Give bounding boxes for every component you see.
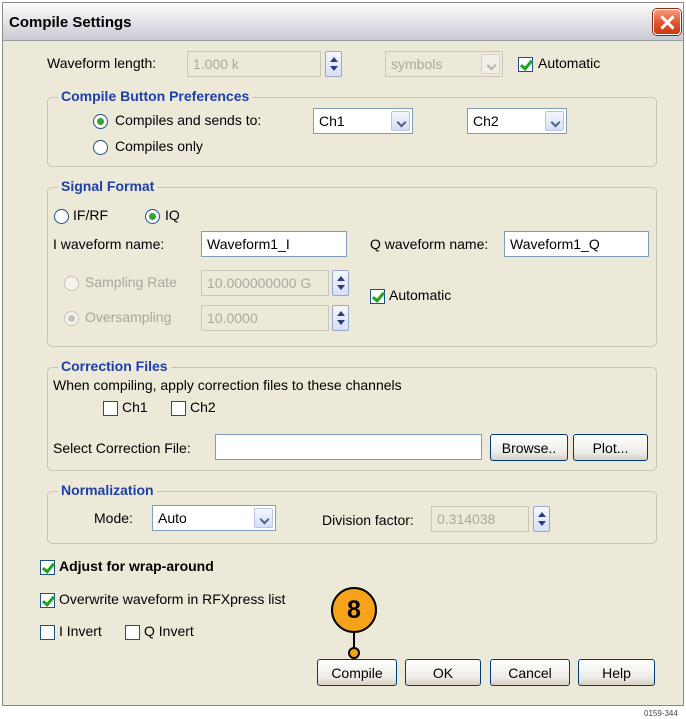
ifrf-radio[interactable] (54, 209, 69, 224)
oversampling-radio[interactable] (64, 311, 79, 326)
q-waveform-name-input[interactable]: Waveform1_Q (504, 231, 649, 257)
callout-step-badge: 8 (331, 587, 377, 633)
help-button[interactable]: Help (578, 659, 655, 686)
waveform-unit-value: symbols (391, 56, 443, 72)
chevron-down-icon (391, 111, 410, 131)
normalization-mode-select[interactable]: Auto (152, 505, 276, 531)
normalization-mode-value: Auto (158, 510, 187, 526)
iq-radio[interactable] (145, 209, 160, 224)
waveform-length-field[interactable]: 1.000 k (187, 51, 321, 77)
correction-file-label: Select Correction File: (53, 440, 191, 456)
signal-automatic-checkbox[interactable] (370, 289, 385, 304)
compiles-only-radio[interactable] (93, 140, 108, 155)
send-channel-select-2[interactable]: Ch2 (467, 108, 567, 134)
ok-button[interactable]: OK (405, 659, 481, 686)
title-bar[interactable]: Compile Settings (3, 3, 683, 41)
send-channel-1-value: Ch1 (319, 113, 345, 129)
i-waveform-name-input[interactable]: Waveform1_I (201, 231, 347, 257)
ifrf-label: IF/RF (73, 207, 108, 223)
normalization-mode-label: Mode: (94, 510, 133, 526)
sampling-rate-label: Sampling Rate (85, 274, 177, 290)
division-factor-spinner[interactable] (533, 506, 550, 532)
chevron-down-icon (481, 54, 500, 74)
oversampling-field[interactable]: 10.0000 (201, 305, 329, 331)
waveform-unit-select[interactable]: symbols (385, 51, 503, 77)
division-factor-field[interactable]: 0.314038 (431, 506, 529, 532)
waveform-length-spinner[interactable] (325, 51, 342, 77)
correction-ch2-checkbox[interactable] (171, 401, 186, 416)
correction-files-legend: Correction Files (58, 358, 171, 374)
plot-button[interactable]: Plot... (573, 434, 648, 461)
compile-button[interactable]: Compile (317, 659, 397, 686)
wrap-around-label: Adjust for wrap-around (59, 558, 214, 574)
figure-number: 0159-344 (644, 709, 678, 718)
close-button[interactable] (653, 9, 681, 35)
send-channel-2-value: Ch2 (473, 113, 499, 129)
signal-automatic-label: Automatic (389, 287, 452, 303)
i-invert-checkbox[interactable] (40, 625, 55, 640)
oversampling-spinner[interactable] (332, 305, 349, 331)
callout-pointer-dot (348, 647, 360, 659)
i-waveform-name-label: I waveform name: (53, 236, 165, 252)
correction-description: When compiling, apply correction files t… (53, 377, 402, 393)
signal-format-legend: Signal Format (58, 178, 158, 194)
correction-file-input[interactable] (215, 434, 482, 460)
division-factor-label: Division factor: (322, 512, 414, 528)
waveform-automatic-label: Automatic (538, 55, 601, 71)
sampling-rate-radio[interactable] (64, 276, 79, 291)
overwrite-waveform-checkbox[interactable] (40, 593, 55, 608)
chevron-down-icon (545, 111, 564, 131)
correction-ch2-label: Ch2 (190, 399, 216, 415)
compiles-only-label: Compiles only (115, 138, 203, 154)
q-invert-checkbox[interactable] (125, 625, 140, 640)
q-invert-label: Q Invert (144, 623, 194, 639)
compiles-and-sends-radio[interactable] (93, 114, 108, 129)
waveform-length-label: Waveform length: (47, 55, 157, 71)
correction-ch1-checkbox[interactable] (103, 401, 118, 416)
i-invert-label: I Invert (59, 623, 102, 639)
cancel-button[interactable]: Cancel (490, 659, 570, 686)
browse-button[interactable]: Browse.. (490, 434, 568, 461)
iq-label: IQ (165, 207, 180, 223)
compiles-and-sends-label: Compiles and sends to: (115, 112, 262, 128)
sampling-rate-field[interactable]: 10.000000000 G (201, 270, 329, 296)
window-title: Compile Settings (9, 14, 132, 31)
send-channel-select-1[interactable]: Ch1 (313, 108, 413, 134)
correction-ch1-label: Ch1 (122, 399, 148, 415)
oversampling-label: Oversampling (85, 309, 172, 325)
sampling-rate-spinner[interactable] (332, 270, 349, 296)
chevron-down-icon (254, 508, 273, 528)
overwrite-waveform-label: Overwrite waveform in RFXpress list (59, 591, 286, 607)
wrap-around-checkbox[interactable] (40, 560, 55, 575)
waveform-automatic-checkbox[interactable] (518, 57, 533, 72)
compile-prefs-legend: Compile Button Preferences (58, 88, 253, 104)
normalization-legend: Normalization (58, 482, 157, 498)
q-waveform-name-label: Q waveform name: (370, 236, 489, 252)
